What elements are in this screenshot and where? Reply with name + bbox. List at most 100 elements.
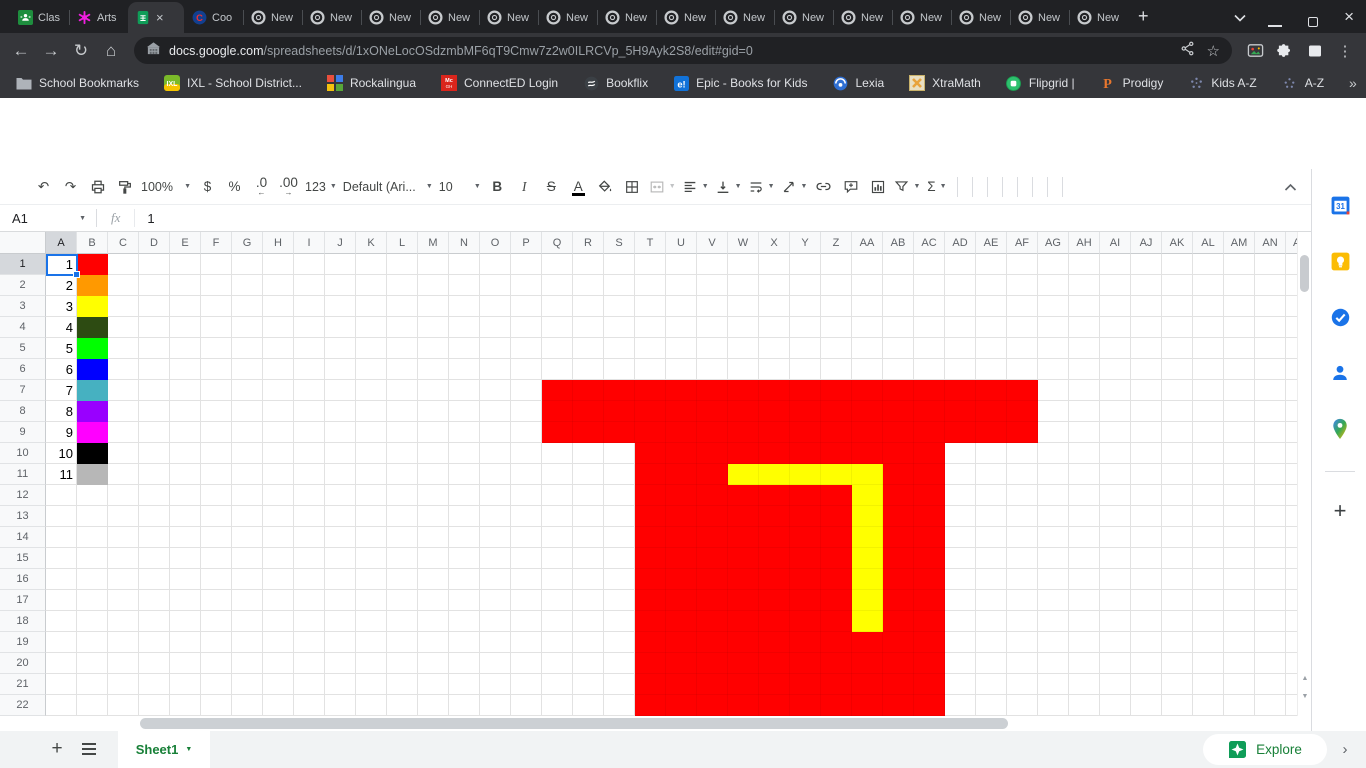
cell-A11[interactable]: 11 [47,464,73,485]
formula-input[interactable]: 1 [147,211,154,226]
row-header-6[interactable]: 6 [0,359,46,380]
media-gallery-icon[interactable] [1240,42,1270,59]
row-header-2[interactable]: 2 [0,275,46,296]
row-header-20[interactable]: 20 [0,653,46,674]
row-header-1[interactable]: 1 [0,254,46,275]
bookmark-connected[interactable]: McGHConnectED Login [441,75,558,91]
bookmark-folder[interactable]: School Bookmarks [16,75,139,91]
window-maximize-button[interactable] [1308,17,1318,27]
maps-icon[interactable] [1320,409,1360,449]
get-addons-icon[interactable]: + [1320,491,1360,531]
row-header-11[interactable]: 11 [0,464,46,485]
collapse-toolbar-icon[interactable] [1284,179,1297,197]
column-header-AB[interactable]: AB [883,232,914,254]
keep-icon[interactable] [1320,241,1360,281]
column-header-AE[interactable]: AE [976,232,1007,254]
browser-tab[interactable]: New [479,2,538,33]
column-header-R[interactable]: R [573,232,604,254]
calendar-icon[interactable]: 31 [1320,185,1360,225]
column-header-AL[interactable]: AL [1193,232,1224,254]
bookmark-bookflix[interactable]: Bookflix [583,75,648,91]
name-box[interactable]: A1 ▼ [0,211,96,226]
color-key-swatch-B7[interactable] [77,380,108,401]
toolbar-decrease-decimal-places[interactable]: .0← [248,174,275,200]
cell-A6[interactable]: 6 [47,359,73,380]
browser-tab[interactable]: New [538,2,597,33]
color-key-swatch-B10[interactable] [77,443,108,464]
pixel-art-region[interactable] [852,485,883,632]
window-close-button[interactable]: × [1344,7,1354,27]
selection-fill-handle[interactable] [73,271,80,278]
toolbar-text-color[interactable]: A [565,174,592,200]
row-header-16[interactable]: 16 [0,569,46,590]
bookmark-kidsaz[interactable]: Kids A-Z [1188,75,1256,91]
cell-A10[interactable]: 10 [47,443,73,464]
toolbar-format-as-percent[interactable]: % [221,174,248,200]
row-header-10[interactable]: 10 [0,443,46,464]
contacts-icon[interactable] [1320,353,1360,393]
toolbar-functions[interactable]: Σ▼ [923,174,950,200]
toolbar-zoom-select[interactable]: 100%▼ [138,174,194,200]
column-header-Y[interactable]: Y [790,232,821,254]
row-header-13[interactable]: 13 [0,506,46,527]
row-header-14[interactable]: 14 [0,527,46,548]
browser-tab[interactable]: New [1010,2,1069,33]
column-header-G[interactable]: G [232,232,263,254]
new-tab-button[interactable]: + [1138,6,1149,27]
cell-A4[interactable]: 4 [47,317,73,338]
color-key-swatch-B1[interactable] [77,254,108,275]
toolbar-paint-format[interactable] [111,174,138,200]
share-page-icon[interactable] [1180,41,1195,61]
column-header-H[interactable]: H [263,232,294,254]
column-header-J[interactable]: J [325,232,356,254]
browser-tab[interactable]: New [951,2,1010,33]
color-key-swatch-B11[interactable] [77,464,108,485]
column-header-T[interactable]: T [635,232,666,254]
column-header-D[interactable]: D [139,232,170,254]
bookmark-epic[interactable]: e!Epic - Books for Kids [673,75,807,91]
color-key-swatch-B3[interactable] [77,296,108,317]
browser-tab[interactable]: New [774,2,833,33]
bookmark-ixl[interactable]: IXLIXL - School District... [164,75,302,91]
browser-tab[interactable]: CCoo [184,2,243,33]
tasks-icon[interactable] [1320,297,1360,337]
column-header-AM[interactable]: AM [1224,232,1255,254]
reload-icon[interactable]: ↻ [66,41,96,61]
color-key-swatch-B8[interactable] [77,401,108,422]
bookmark-lexia[interactable]: Lexia [832,75,884,91]
bookmark-prodigy[interactable]: PProdigy [1100,75,1164,91]
toolbar-text-wrapping[interactable]: ▼ [745,174,778,200]
browser-tab[interactable]: New [302,2,361,33]
scroll-up-icon[interactable]: ▲ [1298,669,1312,687]
toolbar-more-formats[interactable]: 123▼ [302,174,340,200]
color-key-swatch-B4[interactable] [77,317,108,338]
toolbar-vertical-align[interactable]: ▼ [712,174,745,200]
column-header-F[interactable]: F [201,232,232,254]
tab-search-chevron-icon[interactable] [1234,9,1246,27]
column-header-AO[interactable]: AO [1286,232,1297,254]
color-key-swatch-B5[interactable] [77,338,108,359]
sheet-tab[interactable]: Sheet1 ▼ [118,731,210,768]
home-icon[interactable]: ⌂ [96,41,126,61]
bookmark-xtramath[interactable]: XtraMath [909,75,981,91]
bookmark-flipgrid[interactable]: Flipgrid | [1006,75,1075,91]
toolbar-insert-chart[interactable] [864,174,891,200]
row-header-15[interactable]: 15 [0,548,46,569]
row-header-9[interactable]: 9 [0,422,46,443]
color-key-swatch-B2[interactable] [77,275,108,296]
toolbar-create-filter[interactable]: ▼ [891,174,923,200]
browser-tab[interactable]: New [361,2,420,33]
browser-tab[interactable]: New [243,2,302,33]
scroll-down-icon[interactable]: ▼ [1298,687,1312,705]
column-header-M[interactable]: M [418,232,449,254]
spreadsheet-grid[interactable]: ABCDEFGHIJKLMNOPQRSTUVWXYZAAABACADAEAFAG… [0,232,1297,716]
row-header-5[interactable]: 5 [0,338,46,359]
column-header-AN[interactable]: AN [1255,232,1286,254]
browser-menu-icon[interactable]: ⋮ [1330,42,1360,60]
column-header-K[interactable]: K [356,232,387,254]
toolbar-font-size[interactable]: 10▼ [436,174,484,200]
browser-tab[interactable]: New [892,2,951,33]
column-header-AJ[interactable]: AJ [1131,232,1162,254]
toolbar-text-rotation[interactable]: ▼ [778,174,811,200]
column-header-AH[interactable]: AH [1069,232,1100,254]
